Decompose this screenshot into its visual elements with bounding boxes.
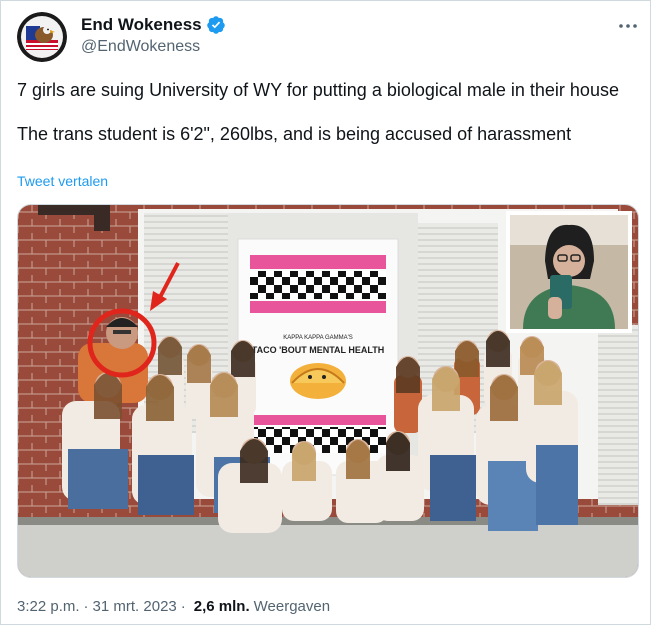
tweet-meta: 3:22 p.m. · 31 mrt. 2023 · 2,6 mln. Weer…	[17, 598, 330, 615]
more-horizontal-icon	[619, 24, 637, 28]
meta-separator: ·	[83, 598, 89, 615]
views-label: Weergaven	[253, 598, 331, 615]
avatar[interactable]	[17, 12, 67, 62]
more-options-button[interactable]	[613, 11, 643, 41]
translate-tweet-link[interactable]: Tweet vertalen	[17, 173, 108, 189]
verified-badge-icon	[206, 16, 225, 34]
views-count: 2,6 mln.	[193, 598, 250, 615]
author-name-row: End Wokeness	[81, 15, 226, 35]
tweet-text: 7 girls are suing University of WY for p…	[17, 79, 637, 145]
meta-separator: ·	[180, 598, 186, 615]
tweet-media-image[interactable]: KAPPA KAPPA GAMMA'S TACO 'BOUT MENTAL HE…	[17, 204, 639, 578]
tweet-paragraph: The trans student is 6'2", 260lbs, and i…	[17, 124, 572, 144]
tweet-paragraph: 7 girls are suing University of WY for p…	[17, 80, 619, 100]
tweet-card: End Wokeness @EndWokeness 7 girls are su…	[0, 0, 651, 625]
author-name[interactable]: End Wokeness	[81, 15, 202, 35]
eagle-seal-avatar-icon	[17, 12, 67, 62]
author-handle[interactable]: @EndWokeness	[81, 38, 200, 56]
tweet-date[interactable]: 31 mrt. 2023	[93, 598, 177, 615]
tweet-time[interactable]: 3:22 p.m.	[17, 598, 80, 615]
inset-photo	[506, 211, 632, 333]
banner-line-2: TACO 'BOUT MENTAL HEALTH	[252, 345, 384, 355]
banner-line-1: KAPPA KAPPA GAMMA'S	[283, 335, 353, 341]
photo-illustration: KAPPA KAPPA GAMMA'S TACO 'BOUT MENTAL HE…	[18, 205, 638, 577]
